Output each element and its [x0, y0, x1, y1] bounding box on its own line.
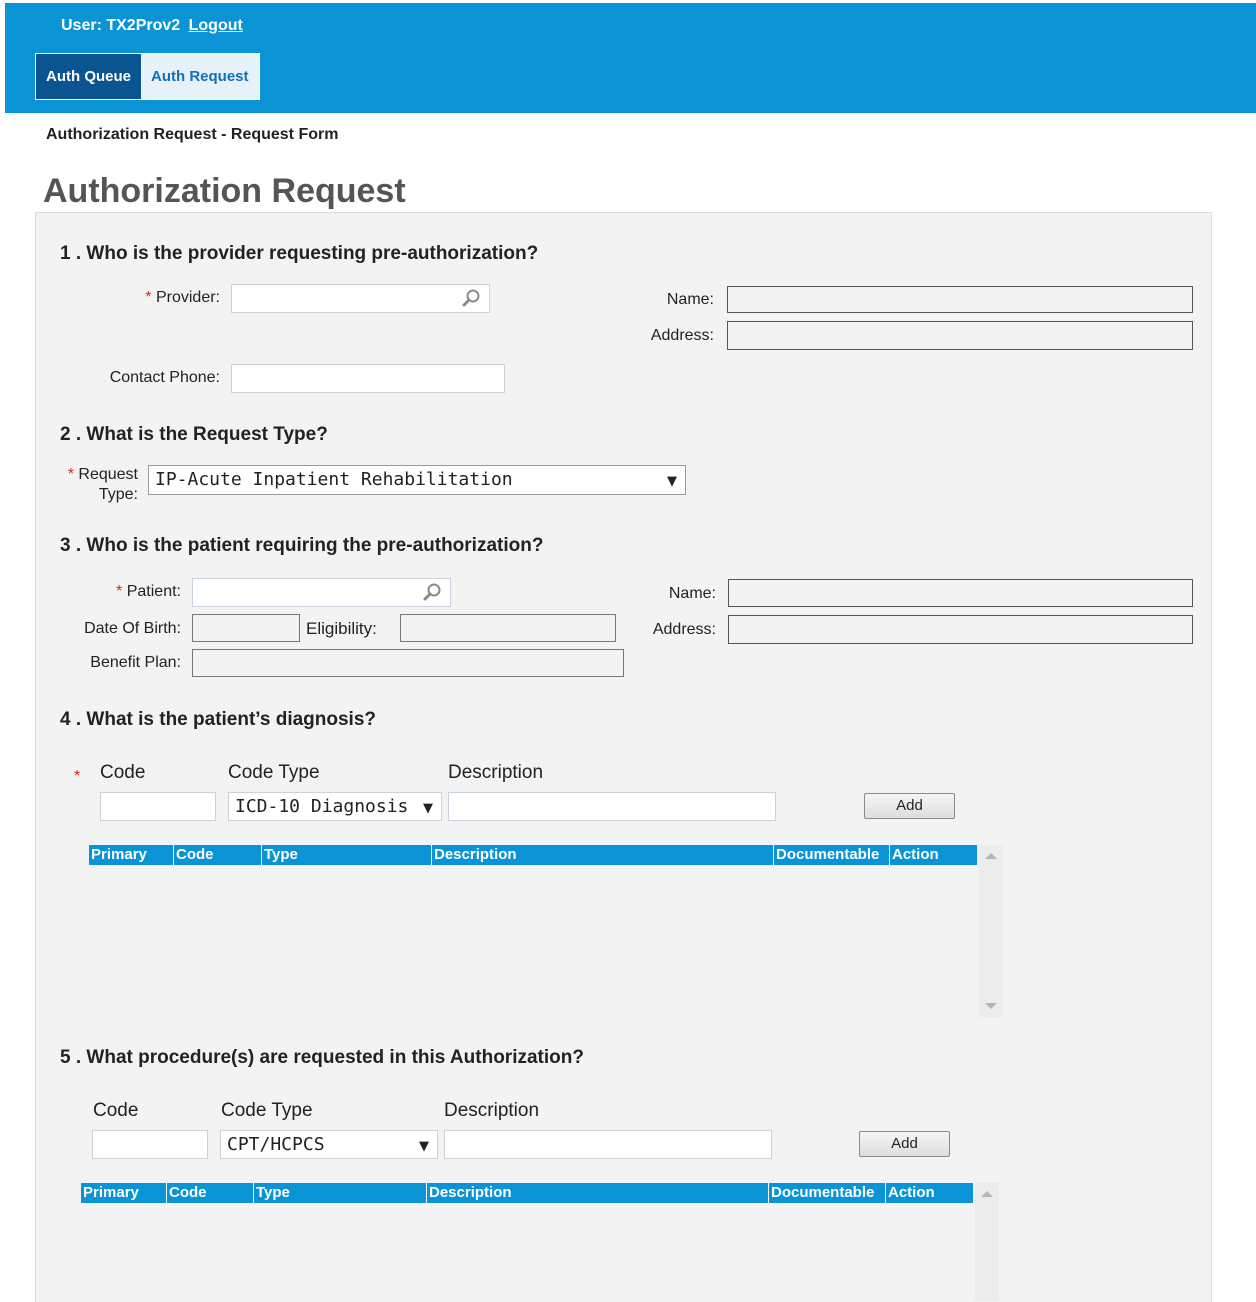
contact-phone-label: Contact Phone:: [109, 369, 220, 386]
request-type-select[interactable]: IP-Acute Inpatient Rehabilitation ▼: [148, 465, 686, 495]
request-type-value: IP-Acute Inpatient Rehabilitation: [155, 469, 513, 490]
procedure-grid-body: [81, 1203, 973, 1301]
magnifier-icon[interactable]: [422, 582, 442, 602]
procedure-grid-header: Primary Code Type Description Documentab…: [81, 1183, 973, 1203]
proc-code-input[interactable]: [92, 1130, 208, 1159]
benefit-plan-label: Benefit Plan:: [90, 654, 181, 671]
proc-add-button[interactable]: Add: [859, 1131, 950, 1157]
proc-code-header: Code: [93, 1100, 139, 1121]
dob-label: Date Of Birth:: [84, 620, 181, 637]
diag-code-type-select[interactable]: ICD-10 Diagnosis ▼: [228, 792, 442, 821]
scroll-up-arrow-icon[interactable]: [981, 1191, 993, 1197]
proc-code-type-select[interactable]: CPT/HCPCS ▼: [220, 1130, 438, 1159]
grid-col-action[interactable]: Action: [890, 845, 977, 865]
scroll-up-arrow-icon[interactable]: [985, 853, 997, 859]
main-tabs: Auth Queue Auth Request: [35, 53, 260, 100]
patient-address-field: [728, 615, 1193, 644]
required-marker: *: [116, 583, 123, 600]
provider-address-label: Address:: [650, 327, 714, 344]
user-info: User: TX2Prov2 Logout: [61, 17, 243, 35]
page-title: Authorization Request: [43, 172, 406, 210]
diag-code-header: Code: [100, 762, 146, 783]
patient-lookup-input[interactable]: [192, 578, 451, 607]
diag-add-button[interactable]: Add: [864, 793, 955, 819]
provider-label: * Provider:: [120, 289, 220, 307]
breadcrumb: Authorization Request - Request Form: [46, 126, 339, 143]
grid-col-code[interactable]: Code: [167, 1183, 254, 1203]
required-marker: *: [67, 466, 74, 483]
eligibility-label: Eligibility:: [306, 619, 377, 638]
grid-col-type[interactable]: Type: [262, 845, 432, 865]
diag-description-input[interactable]: [448, 792, 776, 821]
diagnosis-grid-header: Primary Code Type Description Documentab…: [89, 845, 977, 865]
section-4-title: 4 . What is the patient’s diagnosis?: [60, 709, 377, 730]
section-3-title: 3 . Who is the patient requiring the pre…: [60, 535, 544, 556]
grid-col-description[interactable]: Description: [427, 1183, 769, 1203]
required-marker: *: [145, 289, 152, 306]
tab-auth-request[interactable]: Auth Request: [141, 54, 259, 99]
proc-description-input[interactable]: [444, 1130, 772, 1159]
grid-col-description[interactable]: Description: [432, 845, 774, 865]
grid-col-code[interactable]: Code: [174, 845, 262, 865]
section-1-title: 1 . Who is the provider requesting pre-a…: [60, 243, 539, 264]
patient-label-text: Patient:: [126, 583, 181, 600]
eligibility-field: [400, 614, 616, 642]
grid-col-documentable[interactable]: Documentable: [769, 1183, 886, 1203]
diag-description-header: Description: [448, 762, 544, 783]
diag-code-type-value: ICD-10 Diagnosis: [235, 796, 409, 817]
caret-down-icon: ▼: [419, 1139, 429, 1154]
required-marker: *: [74, 768, 80, 786]
request-label-line2: Type:: [98, 486, 138, 503]
proc-code-type-header: Code Type: [221, 1100, 313, 1121]
user-label: User: TX2Prov2: [61, 17, 181, 34]
provider-name-label: Name:: [666, 291, 714, 308]
provider-address-field: [727, 321, 1193, 350]
tab-auth-queue[interactable]: Auth Queue: [36, 54, 141, 99]
proc-description-header: Description: [444, 1100, 540, 1121]
dob-field: [192, 614, 300, 642]
grid-col-primary[interactable]: Primary: [89, 845, 174, 865]
caret-down-icon: ▼: [423, 801, 433, 816]
patient-label: * Patient:: [81, 583, 181, 601]
request-label-line1: Request: [78, 466, 138, 483]
request-type-label: * Request Type:: [55, 465, 138, 505]
section-5-title: 5 . What procedure(s) are requested in t…: [60, 1047, 584, 1068]
provider-name-field: [727, 286, 1193, 313]
required-marker-star: *: [74, 768, 81, 785]
grid-col-primary[interactable]: Primary: [81, 1183, 167, 1203]
patient-name-label: Name:: [668, 585, 716, 602]
patient-address-label: Address:: [652, 621, 716, 638]
diagnosis-grid-scrollbar[interactable]: [979, 845, 1003, 1017]
caret-down-icon: ▼: [667, 474, 677, 489]
benefit-plan-field: [192, 649, 624, 677]
diag-code-type-header: Code Type: [228, 762, 320, 783]
logout-link[interactable]: Logout: [189, 17, 243, 34]
contact-phone-input[interactable]: [231, 364, 505, 393]
procedure-grid-scrollbar[interactable]: [975, 1183, 999, 1301]
provider-label-text: Provider:: [155, 289, 220, 306]
diagnosis-grid-body: [89, 865, 977, 1017]
diag-code-input[interactable]: [100, 792, 216, 821]
patient-name-field: [728, 579, 1193, 607]
grid-col-documentable[interactable]: Documentable: [774, 845, 890, 865]
grid-col-type[interactable]: Type: [254, 1183, 427, 1203]
proc-code-type-value: CPT/HCPCS: [227, 1134, 325, 1155]
scroll-down-arrow-icon[interactable]: [985, 1003, 997, 1009]
magnifier-icon[interactable]: [461, 288, 481, 308]
grid-col-action[interactable]: Action: [886, 1183, 973, 1203]
provider-lookup-input[interactable]: [231, 284, 490, 313]
section-2-title: 2 . What is the Request Type?: [60, 424, 328, 445]
